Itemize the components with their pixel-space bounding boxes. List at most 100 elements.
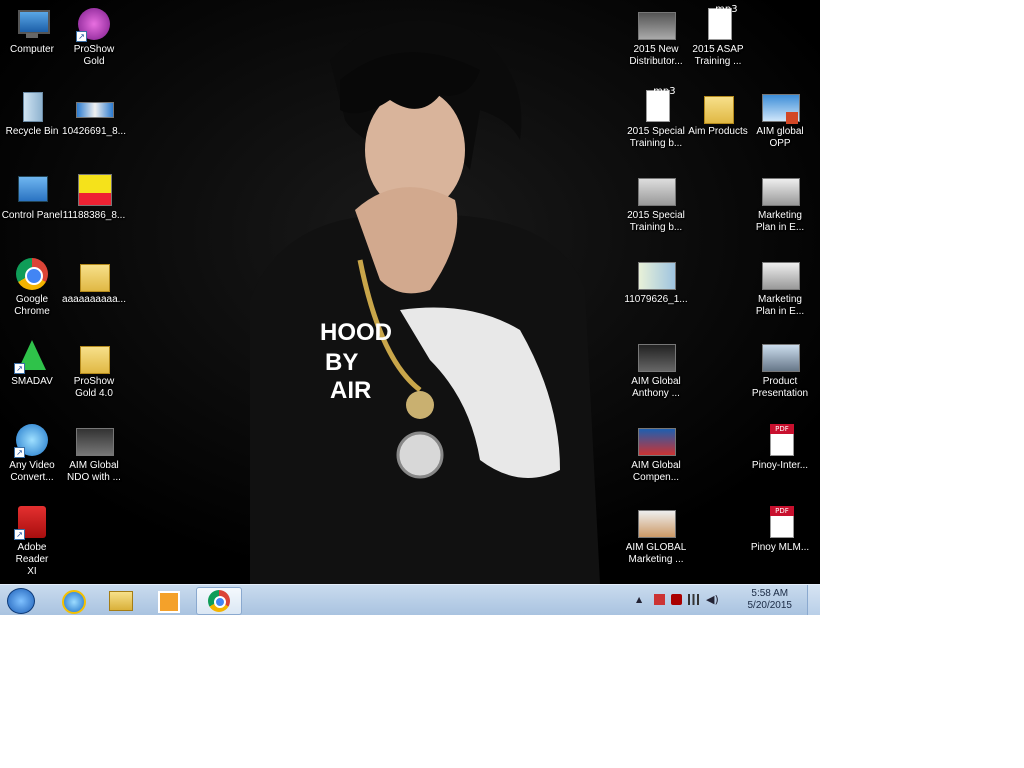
desktop-icon-proshow-gold[interactable]: ↗ ProShow Gold xyxy=(62,6,126,68)
video-file-icon xyxy=(760,172,800,208)
image-file-icon xyxy=(74,88,114,124)
desktop-icon-marketing-plan-1[interactable]: Marketing Plan in E... xyxy=(748,172,812,234)
desktop-icon-smadav[interactable]: ↗ SMADAV xyxy=(0,338,64,388)
icon-label: SMADAV xyxy=(11,376,53,387)
video-converter-icon: ↗ xyxy=(12,422,52,458)
folder-icon xyxy=(74,256,114,292)
icon-label: AIM global OPP xyxy=(756,126,804,149)
icon-label: 10426691_8... xyxy=(62,126,126,137)
icon-label: Any Video Convert... xyxy=(9,460,55,483)
desktop-icon-aim-products[interactable]: Aim Products xyxy=(686,88,750,138)
taskbar-google-chrome[interactable] xyxy=(196,587,242,615)
pdf-file-icon: PDF xyxy=(760,422,800,458)
taskbar-windows-explorer[interactable] xyxy=(98,587,142,613)
desktop-icon-2015-asap-training[interactable]: .mp3 2015 ASAP Training ... xyxy=(686,4,750,68)
show-hidden-icons-chevron-icon[interactable]: ▲ xyxy=(636,594,647,605)
icon-label: 2015 Special Training b... xyxy=(627,126,685,149)
svg-text:HOOD: HOOD xyxy=(320,319,392,346)
action-center-flag-icon[interactable] xyxy=(654,594,665,605)
powerpoint-file-icon xyxy=(760,88,800,124)
taskbar-internet-explorer[interactable] xyxy=(50,587,94,614)
icon-label: ProShow Gold 4.0 xyxy=(73,376,115,399)
proshow-icon: ↗ xyxy=(74,6,114,42)
computer-icon xyxy=(12,6,52,42)
network-signal-icon[interactable] xyxy=(688,594,699,605)
icon-label: Computer xyxy=(10,44,54,55)
volume-icon[interactable]: ◀) xyxy=(706,594,719,605)
icon-label: aaaaaaaaaa... xyxy=(62,294,126,305)
icon-label: Marketing Plan in E... xyxy=(755,210,805,233)
pdf-badge: PDF xyxy=(770,506,794,516)
smadav-icon: ↗ xyxy=(12,338,52,374)
adobe-reader-icon: ↗ xyxy=(12,504,52,540)
image-file-icon xyxy=(74,172,114,208)
pdf-file-icon: PDF xyxy=(760,504,800,540)
video-file-icon xyxy=(636,504,676,540)
recycle-bin-icon xyxy=(12,88,52,124)
svg-text:AIR: AIR xyxy=(330,377,371,404)
desktop-icon-aim-global-marketing[interactable]: AIM GLOBAL Marketing ... xyxy=(624,504,688,566)
clock-date: 5/20/2015 xyxy=(747,600,793,611)
desktop-icon-10426691[interactable]: 10426691_8... xyxy=(62,88,126,138)
desktop-icon-pinoy-mlm[interactable]: PDF Pinoy MLM... xyxy=(748,504,812,554)
windows-logo-icon xyxy=(7,588,35,614)
icon-label: Pinoy MLM... xyxy=(750,542,810,553)
desktop-icon-recycle-bin[interactable]: Recycle Bin xyxy=(0,88,64,138)
mp3-file-icon: .mp3 xyxy=(636,86,676,124)
desktop-icon-aim-global-opp[interactable]: AIM global OPP xyxy=(748,88,812,150)
icon-label: Adobe Reader XI xyxy=(15,542,49,577)
icon-label: 11079626_1... xyxy=(624,294,688,305)
desktop-icon-product-presentation[interactable]: Product Presentation xyxy=(748,338,812,400)
mp3-badge: .mp3 xyxy=(650,86,676,97)
folder-icon xyxy=(74,338,114,374)
icon-label: Product Presentation xyxy=(751,376,809,399)
desktop-icon-google-chrome[interactable]: Google Chrome xyxy=(0,256,64,318)
icon-label: 11188386_8... xyxy=(62,210,126,221)
start-button[interactable] xyxy=(4,586,36,614)
desktop[interactable]: HOOD BY AIR Computer ↗ ProShow Gold Recy… xyxy=(0,0,820,584)
desktop-icon-any-video-converter[interactable]: ↗ Any Video Convert... xyxy=(0,422,64,484)
icon-label: ProShow Gold xyxy=(73,44,115,67)
image-file-icon xyxy=(636,256,676,292)
control-panel-icon xyxy=(12,172,52,208)
desktop-icon-adobe-reader[interactable]: ↗ Adobe Reader XI xyxy=(0,504,64,578)
desktop-icon-marketing-plan-2[interactable]: Marketing Plan in E... xyxy=(748,256,812,318)
folder-icon xyxy=(109,591,133,611)
system-clock[interactable]: 5:58 AM 5/20/2015 xyxy=(748,588,793,612)
desktop-icon-pinoy-inter[interactable]: PDF Pinoy-Inter... xyxy=(748,422,812,472)
taskbar-media-player[interactable] xyxy=(146,587,190,613)
svg-text:BY: BY xyxy=(325,349,358,376)
desktop-icon-2015-special-training-video[interactable]: 2015 Special Training b... xyxy=(624,172,688,234)
video-file-icon xyxy=(636,172,676,208)
antivirus-icon[interactable] xyxy=(671,594,682,605)
video-file-icon xyxy=(636,422,676,458)
desktop-icon-computer[interactable]: Computer xyxy=(0,6,64,56)
desktop-icon-aim-global-anthony[interactable]: AIM Global Anthony ... xyxy=(624,338,688,400)
icon-label: Recycle Bin xyxy=(5,126,59,137)
desktop-icon-aim-global-ndo[interactable]: AIM Global NDO with ... xyxy=(62,422,126,484)
desktop-icon-2015-special-training-mp3[interactable]: .mp3 2015 Special Training b... xyxy=(624,86,688,150)
icon-label: 2015 ASAP Training ... xyxy=(692,44,744,67)
show-desktop-button[interactable] xyxy=(807,585,820,615)
mp3-file-icon: .mp3 xyxy=(698,4,738,42)
media-player-icon xyxy=(158,591,180,613)
icon-label: Google Chrome xyxy=(14,294,50,317)
desktop-icon-11079626[interactable]: 11079626_1... xyxy=(624,256,688,306)
desktop-icon-aim-global-compen[interactable]: AIM Global Compen... xyxy=(624,422,688,484)
mp3-badge: .mp3 xyxy=(712,4,738,15)
icon-label: 2015 New Distributor... xyxy=(629,44,683,67)
video-file-icon xyxy=(74,422,114,458)
internet-explorer-icon xyxy=(62,590,86,614)
video-file-icon xyxy=(760,256,800,292)
icon-label: AIM Global NDO with ... xyxy=(67,460,121,483)
desktop-icon-proshow-gold-40[interactable]: ProShow Gold 4.0 xyxy=(62,338,126,400)
video-file-icon xyxy=(636,6,676,42)
desktop-icon-2015-new-distributor[interactable]: 2015 New Distributor... xyxy=(624,6,688,68)
desktop-icon-11188386[interactable]: 11188386_8... xyxy=(62,172,126,222)
desktop-icon-folder-aaaaa[interactable]: aaaaaaaaaa... xyxy=(62,256,126,306)
desktop-icon-control-panel[interactable]: Control Panel xyxy=(0,172,64,222)
taskbar: ▲ ◀) 5:58 AM 5/20/2015 xyxy=(0,584,820,615)
icon-label: 2015 Special Training b... xyxy=(627,210,685,233)
chrome-icon xyxy=(12,256,52,292)
icon-label: Pinoy-Inter... xyxy=(751,460,809,471)
